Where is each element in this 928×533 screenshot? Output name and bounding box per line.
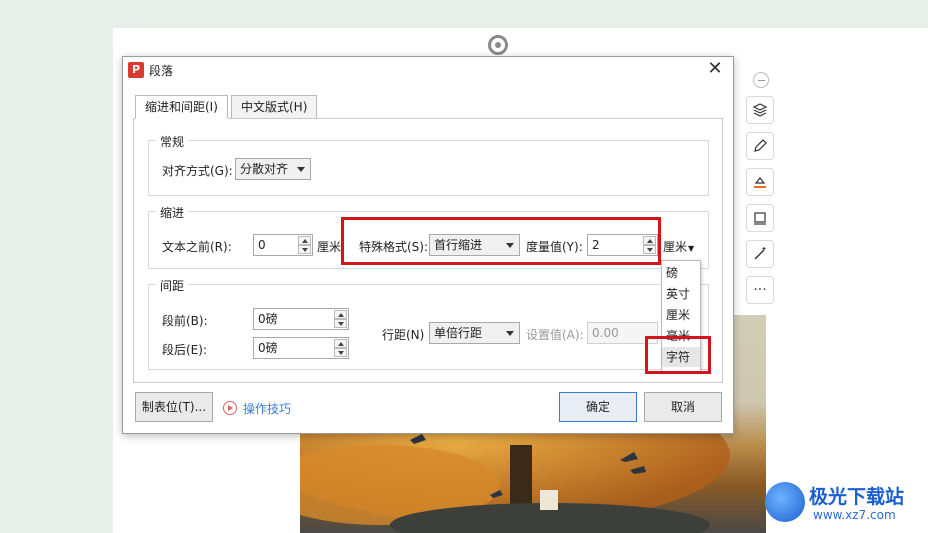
- rotate-handle[interactable]: [488, 35, 508, 55]
- watermark-logo: 极光下载站 www.xz7.com: [765, 478, 925, 528]
- collapse-icon[interactable]: [753, 72, 769, 88]
- watermark-url: www.xz7.com: [813, 508, 896, 522]
- tips-link[interactable]: 操作技巧: [243, 400, 291, 417]
- chevron-down-icon: ▼: [688, 244, 695, 253]
- space-before-value: 0磅: [258, 312, 278, 326]
- set-value-value: 0.00: [592, 326, 619, 340]
- before-text-unit[interactable]: 厘米: [317, 238, 341, 255]
- play-icon[interactable]: [223, 401, 237, 415]
- watermark-name: 极光下载站: [809, 486, 905, 508]
- more-button[interactable]: ···: [746, 276, 774, 304]
- spin-up-icon[interactable]: [334, 310, 347, 319]
- more-icon: ···: [753, 282, 767, 298]
- cancel-button[interactable]: 取消: [644, 392, 722, 422]
- line-spacing-label: 行距(N): [382, 328, 425, 342]
- frame-icon: [754, 212, 766, 225]
- spin-down-icon[interactable]: [334, 319, 347, 328]
- alignment-label: 对齐方式(G):: [162, 164, 233, 178]
- app-logo-icon: P: [128, 62, 144, 78]
- chevron-down-icon: [506, 331, 514, 336]
- dialog-titlebar[interactable]: P 段落 ✕: [123, 57, 733, 83]
- layers-icon: [752, 103, 768, 117]
- magic-wand-icon: [754, 247, 766, 260]
- pen-button[interactable]: [746, 132, 774, 160]
- measure-unit-select[interactable]: 厘米▼: [663, 238, 694, 255]
- group-spacing-title: 间距: [157, 277, 188, 294]
- highlight-box-char-unit: [645, 336, 711, 374]
- group-spacing: 间距 段前(B): 0磅 段后(E): 0磅 行距(N) 单倍行距 设置值(A)…: [148, 277, 709, 370]
- spinner-buttons[interactable]: [334, 310, 347, 328]
- tab-chinese-layout[interactable]: 中文版式(H): [231, 95, 318, 119]
- before-text-value: 0: [258, 238, 266, 252]
- spin-up-icon[interactable]: [334, 339, 347, 348]
- group-general-title: 常规: [157, 133, 188, 150]
- unit-option-point[interactable]: 磅: [662, 263, 700, 283]
- watermark-emblem: [765, 482, 805, 522]
- line-spacing-value: 单倍行距: [434, 326, 483, 340]
- frame-button[interactable]: [746, 204, 774, 232]
- space-after-label: 段后(E):: [162, 343, 207, 357]
- before-text-label: 文本之前(R):: [162, 240, 232, 254]
- space-after-spinner[interactable]: 0磅: [253, 337, 349, 359]
- group-general: 常规 对齐方式(G): 分散对齐: [148, 133, 709, 196]
- spinner-buttons[interactable]: [298, 236, 311, 254]
- unit-option-cm[interactable]: 厘米: [662, 305, 700, 325]
- chevron-down-icon: [297, 167, 305, 172]
- spin-up-icon[interactable]: [298, 236, 311, 245]
- alignment-value: 分散对齐: [240, 162, 289, 176]
- close-icon[interactable]: ✕: [705, 59, 725, 79]
- space-before-label: 段前(B):: [162, 314, 208, 328]
- space-before-spinner[interactable]: 0磅: [253, 308, 349, 330]
- alignment-select[interactable]: 分散对齐: [235, 158, 311, 180]
- space-after-value: 0磅: [258, 341, 278, 355]
- layers-button[interactable]: [746, 96, 774, 124]
- group-indent-title: 缩进: [157, 204, 188, 221]
- ok-button[interactable]: 确定: [559, 392, 637, 422]
- set-value-label: 设置值(A):: [526, 328, 584, 342]
- highlight-box-special-format: [341, 217, 661, 265]
- tab-stops-button[interactable]: 制表位(T)...: [135, 392, 213, 422]
- measure-unit-value: 厘米: [663, 240, 688, 254]
- spin-down-icon[interactable]: [298, 245, 311, 254]
- before-text-spinner[interactable]: 0: [253, 234, 313, 256]
- tab-indent-spacing[interactable]: 缩进和间距(I): [135, 95, 228, 119]
- line-spacing-select[interactable]: 单倍行距: [429, 322, 520, 344]
- spinner-buttons[interactable]: [334, 339, 347, 357]
- fill-bucket-icon: [754, 177, 766, 188]
- animation-button[interactable]: [746, 240, 774, 268]
- unit-option-inch[interactable]: 英寸: [662, 284, 700, 304]
- fill-button[interactable]: [746, 168, 774, 196]
- spin-down-icon[interactable]: [334, 348, 347, 357]
- pen-icon: [754, 139, 767, 152]
- dialog-title: 段落: [149, 64, 174, 78]
